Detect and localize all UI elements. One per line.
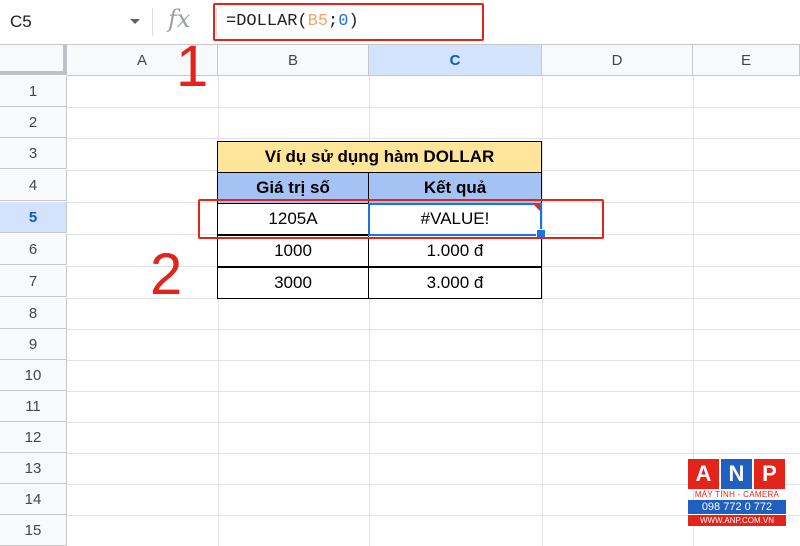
row-header-3[interactable]: 3 bbox=[0, 138, 67, 169]
gridline bbox=[542, 76, 543, 546]
row-header-11[interactable]: 11 bbox=[0, 391, 67, 422]
fx-icon: fx bbox=[168, 5, 191, 33]
row-header-9[interactable]: 9 bbox=[0, 329, 67, 360]
row-header-2[interactable]: 2 bbox=[0, 107, 67, 138]
column-header-b[interactable]: B bbox=[218, 45, 369, 76]
step-number-2: 2 bbox=[150, 242, 183, 307]
row-header-8[interactable]: 8 bbox=[0, 298, 67, 329]
gridline bbox=[67, 138, 800, 139]
column-header-c[interactable]: C bbox=[369, 45, 542, 76]
gridline bbox=[67, 360, 800, 361]
name-box[interactable]: C5 bbox=[10, 12, 32, 32]
row-header-1[interactable]: 1 bbox=[0, 76, 67, 107]
step-number-1: 1 bbox=[176, 34, 209, 99]
column-header-e[interactable]: E bbox=[693, 45, 800, 76]
logo-letter-p: P bbox=[754, 459, 785, 489]
divider bbox=[152, 8, 153, 36]
row-header-10[interactable]: 10 bbox=[0, 360, 67, 391]
name-box-dropdown-icon[interactable] bbox=[130, 19, 140, 24]
watermark-url: WWW.ANP.COM.VN bbox=[688, 515, 786, 526]
watermark-subtitle: MÁY TÍNH - CAMERA bbox=[694, 490, 780, 499]
select-all-corner[interactable] bbox=[0, 45, 67, 75]
gridline bbox=[67, 329, 800, 330]
column-header-d[interactable]: D bbox=[542, 45, 693, 76]
cell-c7[interactable]: 3.000 đ bbox=[368, 267, 542, 299]
gridline bbox=[67, 453, 800, 454]
row-header-6[interactable]: 6 bbox=[0, 234, 67, 265]
cell-c6[interactable]: 1.000 đ bbox=[368, 235, 542, 267]
row-header-7[interactable]: 7 bbox=[0, 266, 67, 297]
anp-watermark: A N P MÁY TÍNH - CAMERA 098 772 0 772 WW… bbox=[688, 459, 786, 526]
cell-b6[interactable]: 1000 bbox=[217, 235, 369, 267]
logo-letter-a: A bbox=[688, 459, 719, 489]
row-header-5[interactable]: 5 bbox=[0, 202, 67, 233]
table-title-cell[interactable]: Ví dụ sử dụng hàm DOLLAR bbox=[217, 141, 542, 173]
row-header-14[interactable]: 14 bbox=[0, 484, 67, 515]
watermark-phone: 098 772 0 772 bbox=[688, 500, 786, 514]
row-header-4[interactable]: 4 bbox=[0, 170, 67, 201]
logo-letter-n: N bbox=[721, 459, 752, 489]
row-highlight-box bbox=[198, 199, 604, 239]
gridline bbox=[67, 422, 800, 423]
row-header-13[interactable]: 13 bbox=[0, 453, 67, 484]
row-header-12[interactable]: 12 bbox=[0, 422, 67, 453]
cell-b7[interactable]: 3000 bbox=[217, 267, 369, 299]
gridline bbox=[67, 391, 800, 392]
row-header-15[interactable]: 15 bbox=[0, 515, 67, 546]
formula-highlight-box bbox=[213, 3, 484, 41]
gridline bbox=[67, 107, 800, 108]
anp-logo: A N P bbox=[688, 459, 786, 489]
